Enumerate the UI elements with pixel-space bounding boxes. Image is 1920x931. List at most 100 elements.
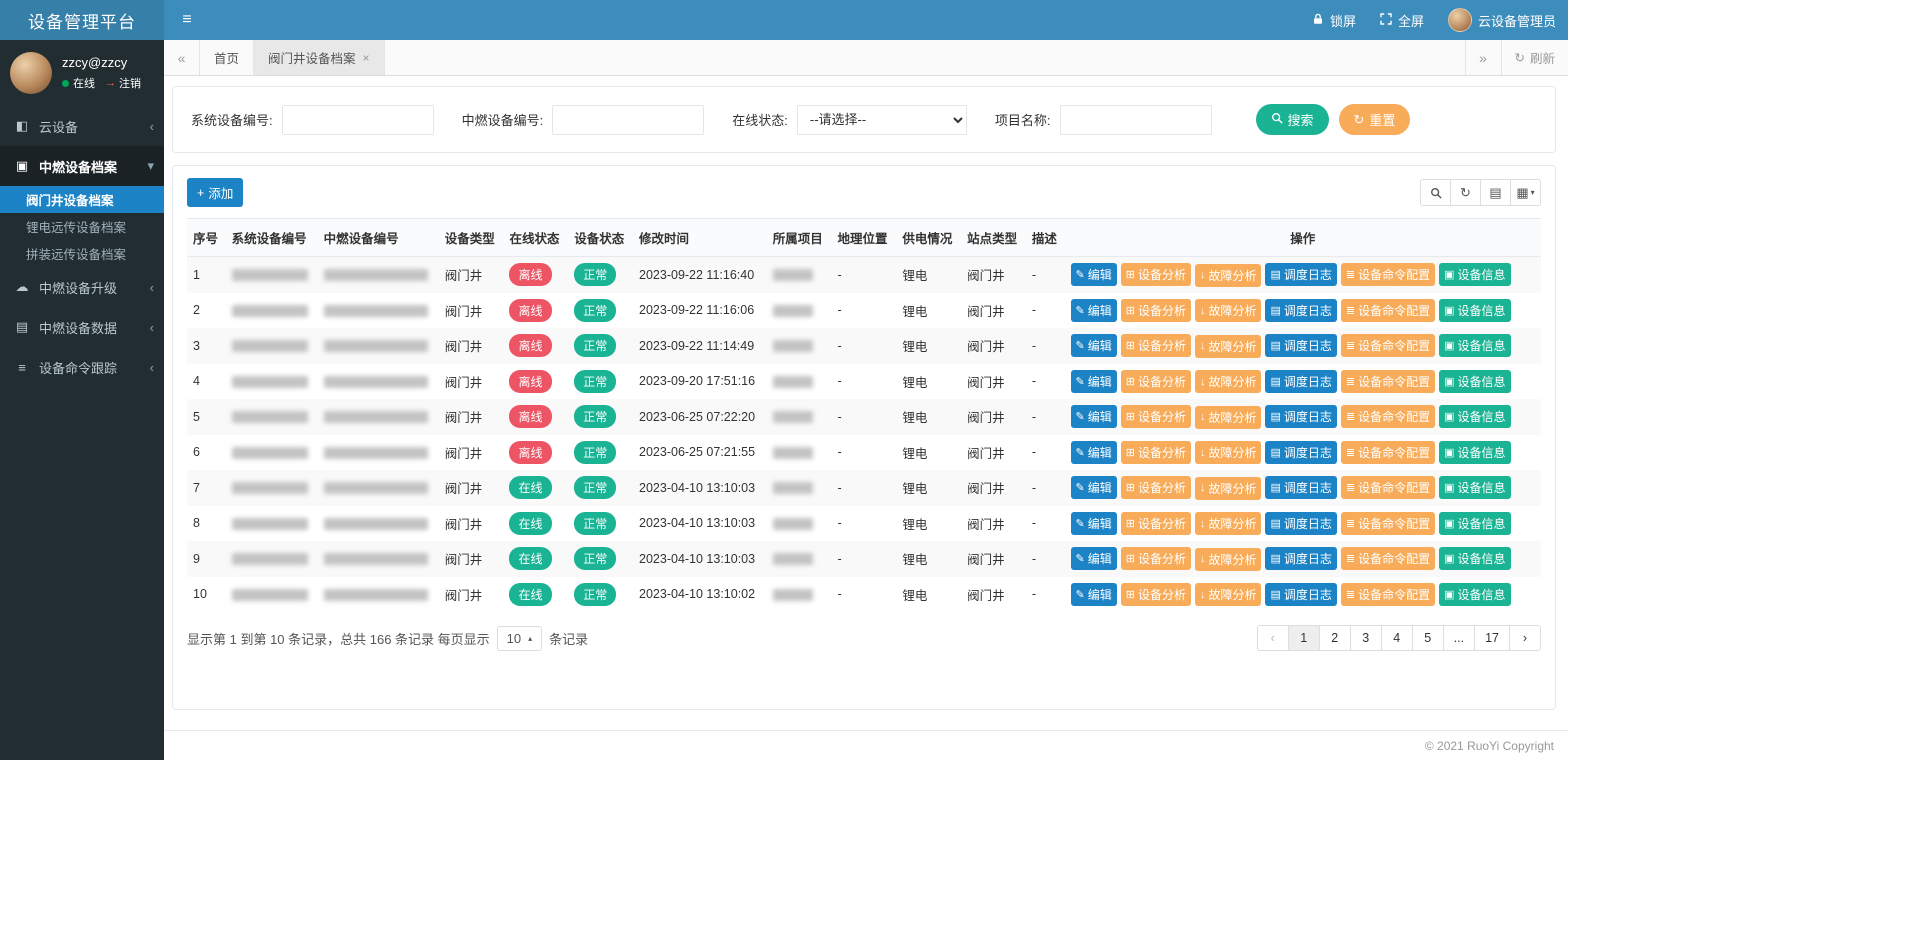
device-analysis-button[interactable]: ⊞设备分析 xyxy=(1121,441,1191,464)
device-info-button[interactable]: ▣设备信息 xyxy=(1439,476,1510,499)
command-config-button[interactable]: ≣设备命令配置 xyxy=(1341,370,1435,393)
device-info-button[interactable]: ▣设备信息 xyxy=(1439,512,1510,535)
sidebar-toggle-button[interactable]: ≡ xyxy=(164,0,210,40)
command-config-button[interactable]: ≣设备命令配置 xyxy=(1341,334,1435,357)
user-menu[interactable]: 云设备管理员 xyxy=(1436,0,1568,40)
project-name-input[interactable] xyxy=(1060,105,1212,135)
page-4-button[interactable]: 4 xyxy=(1381,625,1413,651)
fault-analysis-button[interactable]: ↓故障分析 xyxy=(1195,264,1262,287)
edit-button[interactable]: ✎编辑 xyxy=(1071,547,1117,570)
refresh-tab-button[interactable]: ↻ 刷新 xyxy=(1501,40,1569,75)
search-button[interactable]: 搜索 xyxy=(1256,104,1329,135)
fault-analysis-button[interactable]: ↓故障分析 xyxy=(1195,583,1262,606)
dispatch-log-button[interactable]: ▤调度日志 xyxy=(1265,583,1336,606)
command-config-button[interactable]: ≣设备命令配置 xyxy=(1341,405,1435,428)
command-config-button[interactable]: ≣设备命令配置 xyxy=(1341,476,1435,499)
dispatch-log-button[interactable]: ▤调度日志 xyxy=(1265,370,1336,393)
fault-analysis-button[interactable]: ↓故障分析 xyxy=(1195,477,1262,500)
edit-button[interactable]: ✎编辑 xyxy=(1071,583,1117,606)
fullscreen-button[interactable]: 全屏 xyxy=(1368,0,1436,40)
page-3-button[interactable]: 3 xyxy=(1350,625,1382,651)
command-config-button[interactable]: ≣设备命令配置 xyxy=(1341,441,1435,464)
dispatch-log-button[interactable]: ▤调度日志 xyxy=(1265,334,1336,357)
edit-button[interactable]: ✎编辑 xyxy=(1071,334,1117,357)
device-analysis-button[interactable]: ⊞设备分析 xyxy=(1121,512,1191,535)
tab-valve-well-archive[interactable]: 阀门井设备档案 × xyxy=(254,40,385,75)
sidebar-item-command-tracking[interactable]: ≡ 设备命令跟踪 ‹ xyxy=(0,347,164,387)
device-info-button[interactable]: ▣设备信息 xyxy=(1439,547,1510,570)
edit-button[interactable]: ✎编辑 xyxy=(1071,370,1117,393)
sidebar-item-assembled-remote-archive[interactable]: 拼装远传设备档案 xyxy=(0,240,164,267)
device-analysis-button[interactable]: ⊞设备分析 xyxy=(1121,370,1191,393)
device-info-button[interactable]: ▣设备信息 xyxy=(1439,441,1510,464)
table-refresh-button[interactable]: ↻ xyxy=(1450,179,1481,206)
sidebar-item-device-data[interactable]: ▤ 中燃设备数据 ‹ xyxy=(0,307,164,347)
gas-device-no-input[interactable] xyxy=(552,105,704,135)
device-analysis-button[interactable]: ⊞设备分析 xyxy=(1121,583,1191,606)
device-info-button[interactable]: ▣设备信息 xyxy=(1439,370,1510,393)
command-config-button[interactable]: ≣设备命令配置 xyxy=(1341,263,1435,286)
system-device-no-input[interactable] xyxy=(282,105,434,135)
device-analysis-button[interactable]: ⊞设备分析 xyxy=(1121,405,1191,428)
command-config-button[interactable]: ≣设备命令配置 xyxy=(1341,583,1435,606)
device-analysis-button[interactable]: ⊞设备分析 xyxy=(1121,476,1191,499)
lock-screen-button[interactable]: 锁屏 xyxy=(1300,0,1368,40)
device-info-button[interactable]: ▣设备信息 xyxy=(1439,334,1510,357)
edit-button[interactable]: ✎编辑 xyxy=(1071,263,1117,286)
tabs-scroll-left-button[interactable]: « xyxy=(164,40,200,75)
fault-analysis-button[interactable]: ↓故障分析 xyxy=(1195,441,1262,464)
command-config-button[interactable]: ≣设备命令配置 xyxy=(1341,547,1435,570)
dispatch-log-button[interactable]: ▤调度日志 xyxy=(1265,405,1336,428)
dispatch-log-button[interactable]: ▤调度日志 xyxy=(1265,299,1336,322)
online-status-select[interactable]: --请选择-- xyxy=(797,105,967,135)
command-config-button[interactable]: ≣设备命令配置 xyxy=(1341,299,1435,322)
sidebar-item-device-archive[interactable]: ▣ 中燃设备档案 ▾ xyxy=(0,146,164,186)
sidebar-item-lithium-remote-archive[interactable]: 锂电远传设备档案 xyxy=(0,213,164,240)
fault-analysis-button[interactable]: ↓故障分析 xyxy=(1195,548,1262,571)
dispatch-log-button[interactable]: ▤调度日志 xyxy=(1265,512,1336,535)
device-analysis-button[interactable]: ⊞设备分析 xyxy=(1121,299,1191,322)
tab-home[interactable]: 首页 xyxy=(200,40,254,75)
fault-analysis-button[interactable]: ↓故障分析 xyxy=(1195,299,1262,322)
page-size-select[interactable]: 10 ▴ xyxy=(497,626,542,651)
device-analysis-button[interactable]: ⊞设备分析 xyxy=(1121,334,1191,357)
reset-button[interactable]: ↻ 重置 xyxy=(1339,104,1411,135)
table-search-toggle-button[interactable] xyxy=(1420,179,1451,206)
logout-link[interactable]: →注销 xyxy=(105,75,141,91)
fault-analysis-button[interactable]: ↓故障分析 xyxy=(1195,370,1262,393)
sidebar-item-device-upgrade[interactable]: ☁ 中燃设备升级 ‹ xyxy=(0,267,164,307)
fault-analysis-button[interactable]: ↓故障分析 xyxy=(1195,512,1262,535)
dispatch-log-button[interactable]: ▤调度日志 xyxy=(1265,476,1336,499)
device-analysis-button[interactable]: ⊞设备分析 xyxy=(1121,263,1191,286)
sidebar-item-cloud-device[interactable]: ◧ 云设备 ‹ xyxy=(0,106,164,146)
page-2-button[interactable]: 2 xyxy=(1319,625,1351,651)
table-columns-button[interactable]: ▦▾ xyxy=(1510,179,1541,206)
page-17-button[interactable]: 17 xyxy=(1474,625,1510,651)
tab-close-icon[interactable]: × xyxy=(363,51,370,65)
dispatch-log-button[interactable]: ▤调度日志 xyxy=(1265,547,1336,570)
device-analysis-button[interactable]: ⊞设备分析 xyxy=(1121,547,1191,570)
device-info-button[interactable]: ▣设备信息 xyxy=(1439,583,1510,606)
edit-button[interactable]: ✎编辑 xyxy=(1071,405,1117,428)
dispatch-log-button[interactable]: ▤调度日志 xyxy=(1265,441,1336,464)
fault-analysis-button[interactable]: ↓故障分析 xyxy=(1195,335,1262,358)
page-prev-button[interactable]: ‹ xyxy=(1257,625,1289,651)
command-config-button[interactable]: ≣设备命令配置 xyxy=(1341,512,1435,535)
fault-analysis-button[interactable]: ↓故障分析 xyxy=(1195,406,1262,429)
page-1-button[interactable]: 1 xyxy=(1288,625,1320,651)
dispatch-log-button[interactable]: ▤调度日志 xyxy=(1265,263,1336,286)
sidebar-item-valve-well-archive[interactable]: 阀门井设备档案 xyxy=(0,186,164,213)
device-info-button[interactable]: ▣设备信息 xyxy=(1439,405,1510,428)
add-button[interactable]: + 添加 xyxy=(187,178,243,207)
page-next-button[interactable]: › xyxy=(1509,625,1541,651)
edit-button[interactable]: ✎编辑 xyxy=(1071,441,1117,464)
device-info-button[interactable]: ▣设备信息 xyxy=(1439,263,1510,286)
edit-button[interactable]: ✎编辑 xyxy=(1071,476,1117,499)
table-card-view-button[interactable]: ▤ xyxy=(1480,179,1511,206)
tabs-scroll-right-button[interactable]: » xyxy=(1465,40,1501,75)
device-info-button[interactable]: ▣设备信息 xyxy=(1439,299,1510,322)
edit-button[interactable]: ✎编辑 xyxy=(1071,512,1117,535)
app-title[interactable]: 设备管理平台 xyxy=(0,0,164,40)
page-5-button[interactable]: 5 xyxy=(1412,625,1444,651)
edit-button[interactable]: ✎编辑 xyxy=(1071,299,1117,322)
